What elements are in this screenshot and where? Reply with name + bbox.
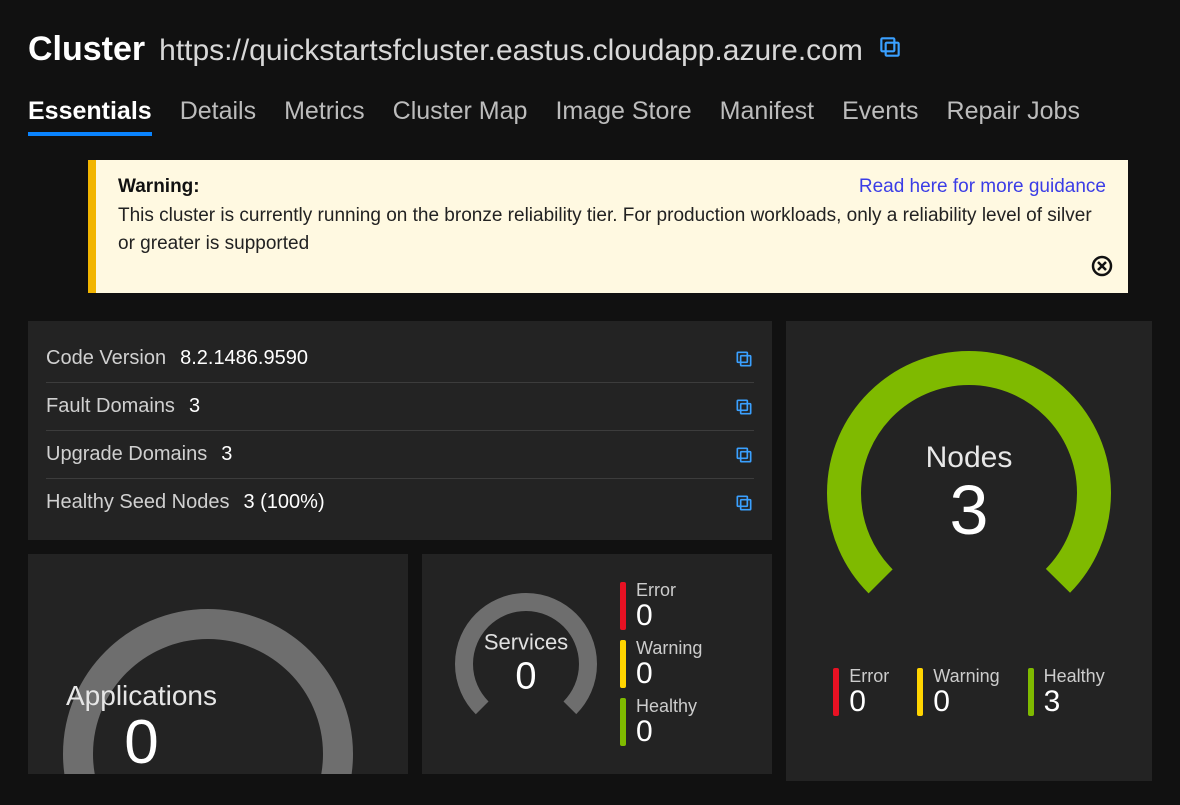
legend-bar <box>917 668 923 716</box>
services-legend: Error 0 Warning 0 Heal <box>620 581 702 746</box>
legend-label: Error <box>849 667 889 687</box>
legend-label: Healthy <box>1044 667 1105 687</box>
banner-close-icon[interactable] <box>1090 254 1114 283</box>
legend-healthy: Healthy 3 <box>1028 667 1105 717</box>
legend-value: 0 <box>933 687 999 717</box>
info-value: 8.2.1486.9590 <box>180 347 308 370</box>
tab-bar: Essentials Details Metrics Cluster Map I… <box>28 97 1152 136</box>
tab-metrics[interactable]: Metrics <box>284 97 365 136</box>
legend-bar <box>833 668 839 716</box>
legend-error: Error 0 <box>833 667 889 717</box>
legend-error: Error 0 <box>620 581 702 631</box>
content-area: Code Version 8.2.1486.9590 Fault Domains… <box>28 321 1152 781</box>
legend-value: 0 <box>636 601 676 631</box>
warning-banner: Warning: This cluster is currently runni… <box>88 160 1128 293</box>
legend-label: Warning <box>636 639 702 659</box>
legend-value: 0 <box>636 717 697 747</box>
nodes-count: 3 <box>926 475 1013 545</box>
info-panel: Code Version 8.2.1486.9590 Fault Domains… <box>28 321 772 540</box>
nodes-label: Nodes <box>926 441 1013 475</box>
info-value: 3 <box>221 443 232 466</box>
banner-link[interactable]: Read here for more guidance <box>859 176 1106 198</box>
services-label: Services <box>484 630 568 656</box>
legend-bar <box>620 640 626 688</box>
header-label: Cluster <box>28 30 145 69</box>
copy-icon[interactable] <box>734 349 754 369</box>
copy-icon[interactable] <box>734 493 754 513</box>
tab-events[interactable]: Events <box>842 97 918 136</box>
info-key: Upgrade Domains <box>46 443 207 466</box>
legend-warning: Warning 0 <box>620 639 702 689</box>
tab-image-store[interactable]: Image Store <box>555 97 691 136</box>
applications-panel: Applications 0 <box>28 554 408 774</box>
copy-url-icon[interactable] <box>877 34 903 60</box>
services-panel: Services 0 Error 0 <box>422 554 772 774</box>
tab-essentials[interactable]: Essentials <box>28 97 152 136</box>
legend-bar <box>620 582 626 630</box>
copy-icon[interactable] <box>734 397 754 417</box>
tab-repair-jobs[interactable]: Repair Jobs <box>947 97 1080 136</box>
info-key: Code Version <box>46 347 166 370</box>
nodes-legend: Error 0 Warning 0 Healthy 3 <box>804 667 1134 717</box>
tab-details[interactable]: Details <box>180 97 256 136</box>
info-row-code-version: Code Version 8.2.1486.9590 <box>46 335 754 383</box>
legend-bar <box>620 698 626 746</box>
info-key: Healthy Seed Nodes <box>46 491 229 514</box>
banner-body: This cluster is currently running on the… <box>118 202 1106 257</box>
info-row-fault-domains: Fault Domains 3 <box>46 383 754 431</box>
legend-label: Healthy <box>636 697 697 717</box>
legend-healthy: Healthy 0 <box>620 697 702 747</box>
tab-manifest[interactable]: Manifest <box>720 97 814 136</box>
services-count: 0 <box>484 656 568 699</box>
legend-warning: Warning 0 <box>917 667 999 717</box>
legend-value: 0 <box>636 659 702 689</box>
header-url: https://quickstartsfcluster.eastus.cloud… <box>159 34 863 68</box>
info-value: 3 <box>189 395 200 418</box>
applications-count: 0 <box>66 712 217 774</box>
info-key: Fault Domains <box>46 395 175 418</box>
legend-value: 3 <box>1044 687 1105 717</box>
copy-icon[interactable] <box>734 445 754 465</box>
info-row-upgrade-domains: Upgrade Domains 3 <box>46 431 754 479</box>
legend-value: 0 <box>849 687 889 717</box>
legend-label: Warning <box>933 667 999 687</box>
tab-cluster-map[interactable]: Cluster Map <box>393 97 528 136</box>
nodes-panel: Nodes 3 Error 0 Warning 0 <box>786 321 1152 781</box>
legend-bar <box>1028 668 1034 716</box>
info-row-healthy-seed-nodes: Healthy Seed Nodes 3 (100%) <box>46 479 754 526</box>
page-header: Cluster https://quickstartsfcluster.east… <box>28 30 1152 69</box>
info-value: 3 (100%) <box>243 491 324 514</box>
